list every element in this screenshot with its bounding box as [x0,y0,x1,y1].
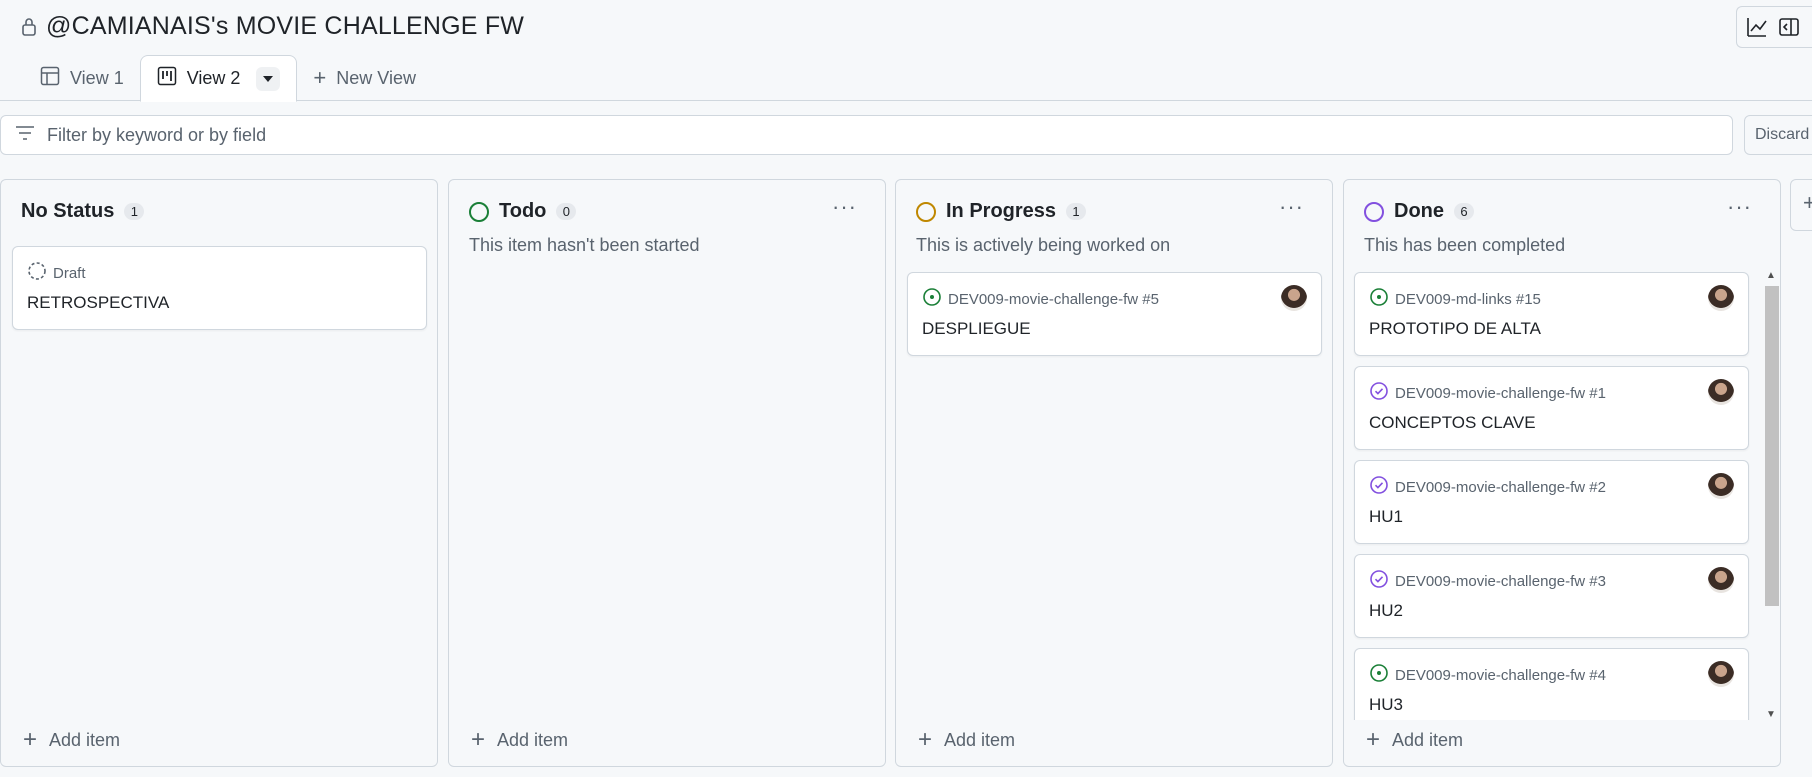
sidebar-toggle-icon[interactable] [1777,15,1801,39]
avatar[interactable] [1708,661,1734,687]
card-item[interactable]: DEV009-movie-challenge-fw #5 DESPLIEGUE [907,272,1322,356]
plus-icon: + [23,726,38,753]
column-menu-icon[interactable]: ··· [1279,194,1304,220]
filter-input[interactable]: Filter by keyword or by field [0,115,1733,155]
plus-icon: + [313,65,327,90]
column-menu-icon[interactable]: ··· [832,194,857,220]
add-item-button[interactable]: + Add item [23,728,120,752]
card-title[interactable]: HU2 [1369,601,1403,621]
avatar[interactable] [1281,285,1307,311]
card-meta: DEV009-movie-challenge-fw #4 [1395,666,1606,684]
add-item-label: Add item [497,729,569,750]
draft-icon [27,261,47,285]
card-title[interactable]: DESPLIEGUE [922,319,1031,339]
add-item-label: Add item [944,729,1016,750]
card-meta: DEV009-movie-challenge-fw #3 [1395,572,1606,590]
column-description: This has been completed [1364,235,1566,255]
column-menu-icon[interactable]: ··· [1727,194,1752,220]
column-title: In Progress [946,200,1057,222]
column-in-progress: In Progress 1 ··· This is actively being… [895,179,1333,767]
card-meta: DEV009-movie-challenge-fw #1 [1395,384,1606,402]
table-icon [40,66,60,91]
column-count: 6 [1454,203,1474,220]
closed-issue-icon [1369,381,1389,405]
column-description: This item hasn't been started [469,235,700,255]
filter-icon [15,125,35,146]
avatar[interactable] [1708,285,1734,311]
column-title: Todo [499,200,547,222]
in-progress-status-icon [916,201,936,222]
avatar[interactable] [1708,473,1734,499]
open-issue-icon [922,287,942,311]
insights-chart-icon[interactable] [1745,15,1769,39]
column-no-status: No Status 1 Draft RETROSPECTIVA + Add it… [0,179,438,767]
add-item-button[interactable]: + Add item [918,728,1015,752]
filter-placeholder: Filter by keyword or by field [47,124,267,145]
done-status-icon [1364,201,1384,222]
column-todo: Todo 0 ··· This item hasn't been started… [448,179,886,767]
tab-label: View 2 [186,68,241,88]
add-item-button[interactable]: + Add item [471,728,568,752]
card-item[interactable]: DEV009-movie-challenge-fw #4 HU3 [1354,648,1749,720]
add-column-button[interactable]: + [1790,179,1812,231]
header-actions [1736,6,1812,48]
card-title[interactable]: HU3 [1369,695,1403,715]
column-title: Done [1394,200,1444,222]
open-issue-icon [1369,287,1389,311]
card-title[interactable]: RETROSPECTIVA [27,293,169,313]
todo-status-icon [469,201,489,222]
done-card-list: DEV009-md-links #15 PROTOTIPO DE ALTA DE… [1344,270,1764,720]
column-count: 0 [556,203,577,220]
project-header: @CAMIANAIS's MOVIE CHALLENGE FW View 1 V… [0,0,1812,102]
tab-view-2[interactable]: View 2 [139,55,298,102]
closed-issue-icon [1369,475,1389,499]
card-item[interactable]: DEV009-movie-challenge-fw #2 HU1 [1354,460,1749,544]
new-view-button[interactable]: + New View [297,55,432,101]
column-title: No Status [21,200,115,222]
board-icon [157,66,177,91]
card-title[interactable]: PROTOTIPO DE ALTA [1369,319,1541,339]
card-item[interactable]: DEV009-movie-challenge-fw #3 HU2 [1354,554,1749,638]
closed-issue-icon [1369,569,1389,593]
card-item[interactable]: DEV009-movie-challenge-fw #1 CONCEPTOS C… [1354,366,1749,450]
card-title[interactable]: HU1 [1369,507,1403,527]
discard-button[interactable]: Discard [1744,115,1812,155]
add-item-button[interactable]: + Add item [1366,728,1463,752]
plus-icon: + [918,726,933,753]
avatar[interactable] [1708,567,1734,593]
done-column-scrollbar[interactable]: ▲ ▼ [1762,270,1779,720]
scroll-up-arrow-icon[interactable]: ▲ [1766,270,1776,281]
column-done: Done 6 ··· This has been completed DEV00… [1343,179,1781,767]
avatar[interactable] [1708,379,1734,405]
project-title: @CAMIANAIS's MOVIE CHALLENGE FW [46,12,525,40]
scroll-down-arrow-icon[interactable]: ▼ [1766,709,1776,720]
view-tabs: View 1 View 2 + New View [24,55,432,102]
tab-label: View 1 [70,67,124,88]
card-item[interactable]: Draft RETROSPECTIVA [12,246,427,330]
column-count: 1 [124,203,145,220]
card-meta: DEV009-movie-challenge-fw #5 [948,290,1159,308]
column-description: This is actively being worked on [916,235,1171,255]
lock-icon [20,16,38,38]
tab-view-1[interactable]: View 1 [24,55,140,101]
new-view-label: New View [336,67,416,88]
add-item-label: Add item [1392,729,1464,750]
card-meta: Draft [53,264,86,282]
card-item[interactable]: DEV009-md-links #15 PROTOTIPO DE ALTA [1354,272,1749,356]
scrollbar-thumb[interactable] [1765,286,1779,606]
plus-icon: + [471,726,486,753]
card-meta: DEV009-movie-challenge-fw #2 [1395,478,1606,496]
card-meta: DEV009-md-links #15 [1395,290,1541,308]
view-options-caret-icon[interactable] [256,66,281,91]
add-item-label: Add item [49,729,121,750]
column-count: 1 [1066,203,1087,220]
card-title[interactable]: CONCEPTOS CLAVE [1369,413,1536,433]
open-issue-icon [1369,663,1389,687]
plus-icon: + [1366,726,1381,753]
